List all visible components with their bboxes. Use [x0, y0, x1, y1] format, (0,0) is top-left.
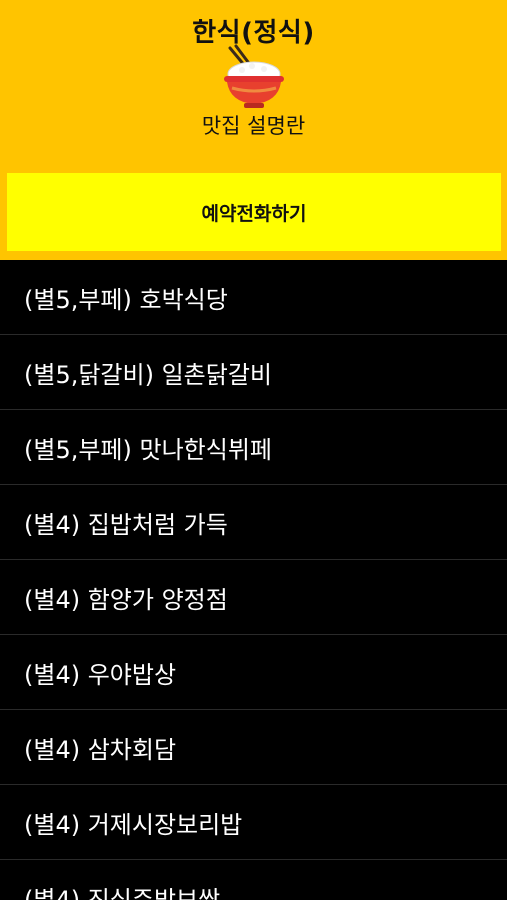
list-item[interactable]: (별4) 거제시장보리밥: [0, 785, 507, 860]
reservation-call-button[interactable]: 예약전화하기: [7, 173, 501, 251]
list-item[interactable]: (별4) 집밥처럼 가득: [0, 485, 507, 560]
list-item[interactable]: (별5,부페) 호박식당: [0, 260, 507, 335]
list-item[interactable]: (별4) 함양가 양정점: [0, 560, 507, 635]
list-item[interactable]: (별4) 우야밥상: [0, 635, 507, 710]
list-item[interactable]: (별5,닭갈비) 일촌닭갈비: [0, 335, 507, 410]
header: 한식(정식) 맛집 설명란 예약전화하기: [0, 0, 507, 260]
description-label: 맛집 설명란: [201, 114, 306, 138]
list-item[interactable]: (별5,부페) 맛나한식뷔페: [0, 410, 507, 485]
rice-bowl-icon: [224, 44, 284, 108]
restaurant-list: (별5,부페) 호박식당 (별5,닭갈비) 일촌닭갈비 (별5,부페) 맛나한식…: [0, 260, 507, 900]
list-item[interactable]: (별4) 진심주방보쌈: [0, 860, 507, 900]
list-item[interactable]: (별4) 삼차회담: [0, 710, 507, 785]
